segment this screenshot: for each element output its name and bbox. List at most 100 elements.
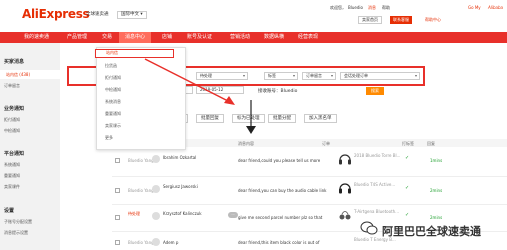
sidebar-item-chargeback[interactable]: 拒付通知 [4,117,20,123]
row-order[interactable]: 2018 Bluedio Torre Bl... [354,153,400,158]
column-order: 订单 [322,141,330,146]
row-buyer-name[interactable]: Sergiusz Jaworski [163,184,198,189]
row-buyer-name[interactable]: Adem p [163,240,178,245]
watermark-text: 阿里巴巴全球速卖通 [382,225,481,238]
filter-select-session-value: 会话处理订单 [344,73,368,78]
filter-select-tag-value: 标签 [268,73,276,78]
avatar [152,155,160,163]
nav-performance[interactable]: 经营表现 [298,32,318,43]
row-message[interactable]: dear friend,could you please tell us mor… [238,158,320,163]
row-checkbox[interactable] [115,240,120,245]
dropdown-item-chargeback[interactable]: 拒付通知 [105,75,121,81]
top-links: 欢迎您， Bluedio 消息 帮助 Go My Alibaba [330,5,505,14]
language-select-label: 国际中文 [121,12,139,17]
row-checkbox[interactable] [115,188,120,193]
column-reply: 回复 [427,141,435,146]
chevron-down-icon: ▾ [292,73,295,78]
row-buyer-name[interactable]: Ibrahim Ozkartal [163,155,196,160]
aliexpress-logo[interactable]: AliExpress [22,7,90,21]
go-my-link[interactable]: Go My [468,5,481,10]
row-order[interactable]: T-Airtgena Bluetooth... [354,209,399,214]
filter-select-source-value: 订单留言 [306,73,322,78]
messages-link[interactable]: 消息 [368,5,376,11]
row-divider [112,204,507,205]
seller-home-button[interactable]: 卖家首页 [358,16,382,24]
nav-account[interactable]: 账号及认证 [187,32,212,43]
nav-orders[interactable]: 交易 [102,32,112,43]
avatar [152,212,160,220]
sidebar: 买家消息 站内信 (438) 订单留言 业务通知 拒付通知 中检通知 平台通知 … [0,43,60,250]
check-icon: ✓ [405,155,410,161]
alibaba-link[interactable]: Alibaba [488,5,503,10]
sidebar-item-notify-settings[interactable]: 消息提示设置 [4,230,28,236]
welcome-text: 欢迎您， [330,5,346,10]
row-message[interactable]: give me second parcel number plz so that [238,215,322,220]
row-message[interactable]: dear friend,this item black color is out… [238,240,319,245]
nav-message-center[interactable]: 消息中心 [119,32,152,43]
row-buyer-name[interactable]: Krzysztof Kalinczuk [163,211,202,216]
sidebar-item-system[interactable]: 系统通知 [4,162,20,168]
headphones-image [339,154,351,165]
chevron-down-icon: ▾ [414,73,417,78]
filter-select-session[interactable]: 会话处理订单 ▾ [340,72,420,80]
dropdown-item-important[interactable]: 重要通知 [105,111,121,117]
sidebar-item-inspection[interactable]: 中检通知 [4,128,20,134]
search-button[interactable]: 搜索 [366,87,384,95]
row-reply-time: 2mins [430,215,443,220]
row-order[interactable]: Bluedio T4S Active... [354,182,395,187]
logo-subtitle: 全球速卖通 [86,12,109,17]
bulk-assign-button[interactable]: 批量分配 [268,114,296,123]
contact-support-button[interactable]: 联系客服 [390,16,412,24]
check-icon: ✓ [405,185,410,191]
row-agent: Bluedio Yang [128,188,154,193]
main-nav: 我的速卖通 产品管理 交易 消息中心 店铺 账号及认证 营销活动 数据纵横 经营… [0,32,507,43]
nav-my-aliexpress[interactable]: 我的速卖通 [24,32,49,43]
dropdown-item-pull-letter[interactable]: 拉货函 [105,63,117,69]
sidebar-item-important[interactable]: 重要通知 [4,173,20,179]
page: AliExpress 全球速卖通 国际中文 ▾ 欢迎您， Bluedio 消息 … [0,0,507,250]
dropdown-item-more[interactable]: 更多 [105,135,113,141]
avatar [152,238,160,246]
chevron-down-icon: ▾ [330,73,333,78]
row-agent: Bluedio Yang [128,158,154,163]
row-agent: Bluedio Yang [128,240,154,245]
chevron-down-icon: ▾ [242,73,245,78]
row-checkbox[interactable] [115,215,120,220]
annotation-arrow-icon [246,100,256,134]
sidebar-group-buyer-messages: 买家消息 [4,59,25,65]
receiver-label: 接收账号：Bluedio [258,89,298,94]
column-tag: 打标签 [402,141,414,146]
filter-select-source[interactable]: 订单留言 ▾ [302,72,336,80]
nav-products[interactable]: 产品管理 [67,32,87,43]
sidebar-group-settings: 设置 [4,208,15,214]
row-message[interactable]: dear friend,you can buy the audio cable … [238,188,326,193]
sidebar-item-courseware[interactable]: 卖家课件 [4,184,20,190]
dropdown-item-courseware[interactable]: 卖家课示 [105,123,121,129]
check-icon: ✓ [405,212,410,218]
headphones-image [339,183,351,194]
account-name-link[interactable]: Bluedio [348,5,363,10]
filter-select-tag[interactable]: 标签 ▾ [264,72,298,80]
sidebar-group-platform: 平台通知 [4,151,25,157]
language-select[interactable]: 国际中文 ▾ [117,11,147,19]
help-link[interactable]: 帮助 [382,5,390,11]
status-badge: ··· [228,212,238,218]
nav-marketing[interactable]: 营销活动 [230,32,250,43]
avatar [152,185,160,193]
sidebar-item-inbox[interactable]: 站内信 (438) [0,70,60,79]
sidebar-item-order-messages[interactable]: 订单留言 [4,83,20,89]
dropdown-item-inspection[interactable]: 中检通知 [105,87,121,93]
top-bar: AliExpress 全球速卖通 国际中文 ▾ 欢迎您， Bluedio 消息 … [0,0,507,32]
blacklist-button[interactable]: 加入黑名单 [304,114,337,123]
nav-store[interactable]: 店铺 [162,32,172,43]
column-message: 消息内容 [238,141,254,146]
bulk-reply-button[interactable]: 批量回复 [196,114,224,123]
dropdown-item-system[interactable]: 系统消息 [105,99,121,105]
sidebar-group-business: 业务通知 [4,106,25,112]
nav-data[interactable]: 数据纵横 [264,32,284,43]
row-checkbox[interactable] [115,158,120,163]
annotation-arrow-icon [144,58,235,105]
help-center-button[interactable]: 帮助中心 [422,16,444,24]
row-reply-time: 2mins [430,188,443,193]
sidebar-item-subaccount[interactable]: 子账号分配设置 [4,219,32,225]
